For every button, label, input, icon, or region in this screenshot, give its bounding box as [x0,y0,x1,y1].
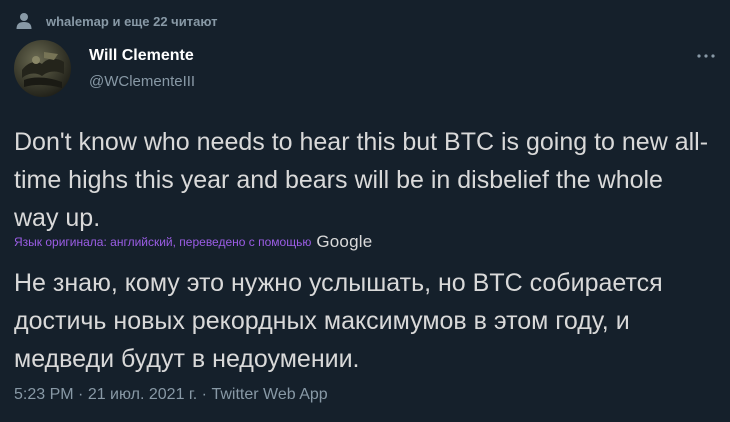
social-context-text: whalemap и еще 22 читают [46,13,218,29]
more-options-icon[interactable] [688,44,724,68]
tweet-detail: whalemap и еще 22 читают Will Clemente @… [0,0,730,422]
meta-separator: · [197,386,212,403]
translation-attribution-text: Язык оригинала: английский, переведено с… [14,235,312,249]
tweet-source-link[interactable]: Twitter Web App [211,386,327,404]
author-handle[interactable]: @WClementeIII [89,73,195,90]
tweet-text: Don't know who needs to hear this but BT… [14,128,709,232]
tweet-time-link[interactable]: 5:23 PM [14,386,74,404]
social-context[interactable]: whalemap и еще 22 читают [16,11,217,31]
google-logo: Google [316,232,373,251]
person-icon [16,12,32,30]
translation-attribution[interactable]: Язык оригинала: английский, переведено с… [14,232,372,252]
translated-tweet-text: Не знаю, кому это нужно услышать, но BTC… [14,269,663,373]
tweet-metadata: 5:23 PM · 21 июл. 2021 г. · Twitter Web … [14,386,328,404]
meta-separator: · [73,386,88,403]
tweet-date-link[interactable]: 21 июл. 2021 г. [88,386,197,404]
author-display-name[interactable]: Will Clemente [89,47,194,65]
avatar[interactable] [14,40,71,97]
